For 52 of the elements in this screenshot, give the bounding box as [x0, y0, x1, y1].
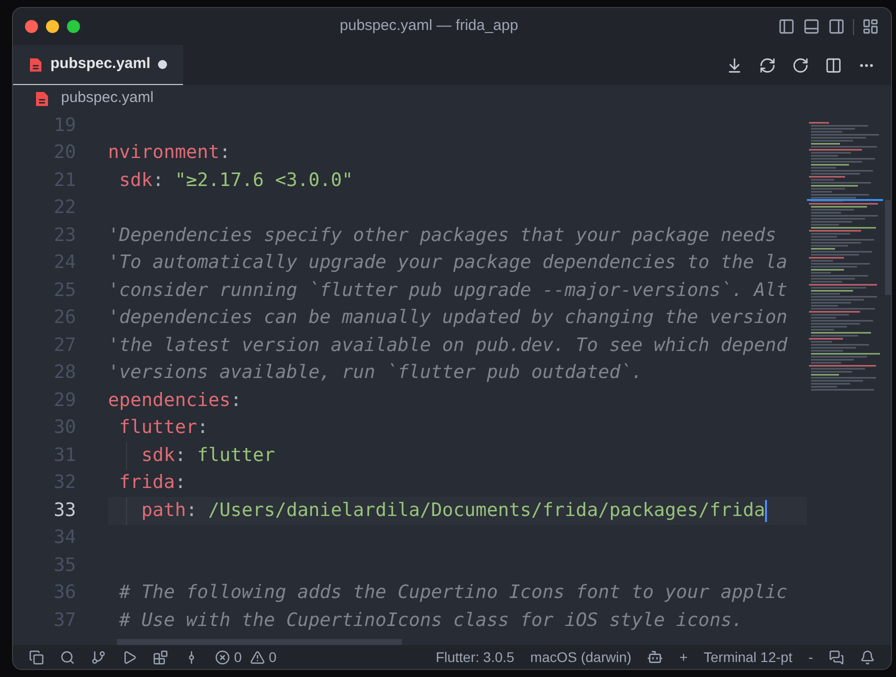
robot-icon[interactable]	[647, 649, 664, 665]
zoom-button[interactable]	[67, 20, 80, 33]
error-icon[interactable]	[215, 650, 230, 664]
decrease-font[interactable]: -	[808, 646, 813, 668]
code-line: 'versions available, run `flutter pub outdated`.	[108, 361, 643, 386]
explorer-icon[interactable]	[29, 650, 44, 664]
download-icon[interactable]	[726, 56, 743, 74]
reload-icon[interactable]	[792, 56, 809, 74]
terminal-font-size[interactable]: Terminal 12-pt	[704, 646, 792, 668]
breadcrumb-item[interactable]: pubspec.yaml	[61, 87, 154, 110]
horizontal-scrollbar[interactable]	[117, 639, 402, 645]
code-line: # Use with the CupertinoIcons class for iOS style icons.	[118, 608, 743, 633]
window-title: pubspec.yaml — frida_app	[340, 16, 518, 36]
line-number: 33	[52, 498, 76, 523]
code-line: ependencies:	[108, 388, 242, 413]
code-line: flutter:	[118, 416, 208, 440]
code-line: path: /Users/danielardila/Documents/frida/packages/frida	[140, 498, 766, 523]
editor-tab[interactable]: pubspec.yaml	[13, 45, 183, 85]
search-icon[interactable]	[60, 650, 75, 664]
minimize-button[interactable]	[46, 20, 59, 33]
bell-icon[interactable]	[860, 650, 875, 664]
source-control-icon[interactable]	[91, 650, 106, 664]
code-line: 'consider running `flutter pub upgrade --major-versions`. Alt	[108, 278, 788, 303]
scrollbar-thumb[interactable]	[885, 200, 891, 295]
warning-icon[interactable]	[250, 650, 265, 664]
code-line: 'Dependencies specify other packages that your package needs	[108, 224, 776, 248]
code-line: sdk: flutter	[140, 444, 276, 468]
code-line: sdk: "≥2.17.6 <3.0.0"	[118, 168, 354, 193]
run-debug-icon[interactable]	[122, 650, 137, 664]
warning-count[interactable]: 0	[268, 646, 277, 668]
secondary-sidebar-icon[interactable]	[828, 18, 845, 35]
code-line: frida:	[118, 471, 186, 496]
code-line: 'the latest version available on pub.dev. To see which depend	[108, 334, 788, 358]
error-count[interactable]: 0	[234, 646, 242, 668]
file-icon	[35, 90, 49, 106]
code-line: # The following adds the Cupertino Icons font to your applic	[118, 581, 788, 606]
extensions-icon[interactable]	[153, 650, 168, 664]
sidebar-toggle-icon[interactable]	[778, 18, 795, 35]
file-icon	[29, 56, 42, 72]
code-line: nvironment:	[108, 141, 231, 166]
code-line: 'dependencies can be manually updated by changing the version	[108, 306, 788, 330]
status-item[interactable]: macOS (darwin)	[530, 646, 632, 668]
feedback-icon[interactable]	[829, 650, 844, 664]
text-cursor	[765, 500, 768, 522]
add-terminal[interactable]: +	[679, 646, 688, 668]
panel-toggle-icon[interactable]	[803, 18, 820, 35]
split-editor-icon[interactable]	[825, 56, 842, 74]
close-button[interactable]	[25, 20, 38, 33]
status-item[interactable]: Flutter: 3.0.5	[436, 646, 514, 668]
layout-icon[interactable]	[862, 18, 879, 35]
refresh-icon[interactable]	[759, 56, 776, 74]
code-line: 'To automatically upgrade your package dependencies to the la	[108, 251, 788, 276]
